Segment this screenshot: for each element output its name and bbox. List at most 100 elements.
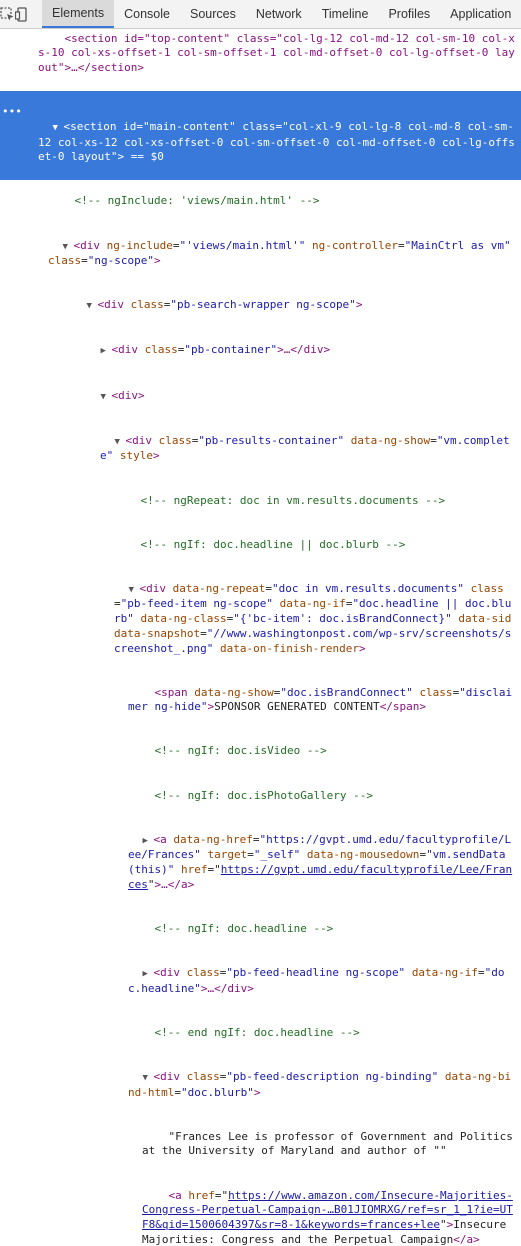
collapsed-arrow-icon[interactable]: ▶ — [143, 967, 154, 982]
attr-name: class — [419, 685, 453, 699]
tag-open: <div — [139, 581, 167, 595]
comment-text: <!-- ngRepeat: doc in vm.results.documen… — [140, 493, 446, 507]
dom-node-pb-container[interactable]: ▶ <div class="pb-container">…</div> — [0, 329, 521, 374]
attr-name: ng-include — [106, 238, 173, 252]
attr-name: data-snapshot — [114, 626, 201, 640]
attr-value: "'views/main.html'" — [179, 238, 306, 252]
attr-value: "pb-feed-description ng-binding" — [226, 1069, 439, 1083]
comment-node[interactable]: <!-- ngIf: doc.isPhotoGallery --> — [0, 774, 521, 818]
attr-name: data-ng-href — [173, 832, 253, 846]
comment-node[interactable]: <!-- ngInclude: 'views/main.html' --> — [0, 180, 521, 224]
attr-value: "doc in vm.results.documents" — [271, 581, 465, 595]
expand-arrow-icon[interactable]: ▼ — [53, 121, 64, 136]
dom-node-results-container[interactable]: ▼ <div class="pb-results-container" data-… — [0, 419, 521, 479]
dom-node-div[interactable]: ▼ <div> — [0, 374, 521, 419]
dom-node-top-content[interactable]: <section id="top-content" class="col-lg-… — [0, 17, 521, 91]
attr-name: class — [48, 254, 82, 268]
dom-node-feed-description[interactable]: ▼ <div class="pb-feed-description ng-bind… — [0, 1055, 521, 1115]
dom-tree: <section id="top-content" class="col-lg-… — [0, 17, 521, 1246]
comment-node[interactable]: <!-- end ngIf: doc.headline --> — [0, 1011, 521, 1055]
tag-open: <a — [153, 832, 167, 846]
expand-arrow-icon[interactable]: ▼ — [115, 435, 126, 450]
attr-name: data-sid — [458, 612, 512, 626]
comment-text: <!-- end ngIf: doc.headline --> — [154, 1025, 360, 1039]
attr-value: "doc.blurb" — [180, 1085, 254, 1099]
tag-close: </a> — [453, 1232, 480, 1246]
tag-open: <div> — [111, 388, 145, 402]
attr-value: "main-content" — [142, 119, 236, 133]
attr-value: "pb-container" — [184, 343, 278, 357]
collapsed-arrow-icon[interactable]: ▶ — [143, 834, 154, 849]
attr-name: class — [242, 119, 276, 133]
comment-node[interactable]: <!-- ngIf: doc.headline --> — [0, 907, 521, 951]
tag-open: <a — [168, 1188, 182, 1202]
comment-node[interactable]: <!-- ngRepeat: doc in vm.results.documen… — [0, 479, 521, 523]
comment-text: <!-- ngIf: doc.isPhotoGallery --> — [154, 788, 374, 802]
attr-value: "doc.isBrandConnect" — [280, 685, 413, 699]
attr-name: data-ng-show — [350, 433, 431, 447]
attr-name: data-ng-repeat — [172, 581, 266, 595]
ellipsis-icon[interactable]: ••• — [2, 105, 38, 120]
comment-node[interactable]: <!-- ngIf: doc.isVideo --> — [0, 730, 521, 774]
comment-text: <!-- ngIf: doc.headline || doc.blurb --> — [140, 537, 406, 551]
tag-open: <div — [153, 1069, 181, 1083]
expand-arrow-icon[interactable]: ▼ — [87, 299, 98, 314]
text-content: SPONSOR GENERATED CONTENT — [214, 700, 380, 714]
attr-name: data-ng-if — [279, 597, 346, 611]
attr-name: href — [188, 1188, 215, 1202]
attr-value: "pb-results-container" — [198, 433, 345, 447]
attr-value: "pb-search-wrapper ng-scope" — [170, 298, 356, 312]
comment-node[interactable]: <!-- ngIf: doc.headline || doc.blurb --> — [0, 523, 521, 567]
tag-close: </span> — [379, 700, 427, 714]
attr-value: "pb-feed-item ng-scope" — [120, 597, 273, 611]
tag-open: <section — [63, 119, 117, 133]
attr-name: class — [144, 343, 178, 357]
tag-open: <div — [153, 966, 181, 979]
tag-open: <div — [73, 238, 101, 252]
attr-name: data-ng-if — [411, 966, 479, 979]
attr-name: data-ng-class — [140, 612, 227, 626]
attr-value: "ng-scope" — [87, 254, 154, 268]
tag-close: > == $0 — [117, 150, 164, 164]
expand-arrow-icon[interactable]: ▼ — [63, 240, 74, 255]
comment-text: <!-- ngInclude: 'views/main.html' --> — [74, 194, 320, 208]
dom-node-disclaimer-span[interactable]: <span data-ng-show="doc.isBrandConnect" … — [0, 671, 521, 730]
attr-name: class — [186, 1069, 220, 1083]
attr-name: ng-controller — [311, 238, 399, 252]
dom-node-amazon-link[interactable]: <a href="https://www.amazon.com/Insecure… — [0, 1174, 521, 1246]
attr-name: data-on-finish-render — [219, 641, 360, 655]
attr-name: target — [207, 848, 248, 862]
expand-arrow-icon[interactable]: ▼ — [101, 390, 112, 405]
tag-open: <div — [97, 298, 125, 312]
attr-name: data-ng-mousedown — [306, 848, 420, 862]
expand-arrow-icon[interactable]: ▼ — [143, 1071, 154, 1086]
collapsed-arrow-icon[interactable]: ▶ — [101, 344, 112, 359]
attr-value: "MainCtrl as vm" — [404, 238, 511, 252]
attr-name: data-ng-show — [194, 685, 274, 699]
attr-name: id — [123, 119, 137, 133]
dom-node-search-wrapper[interactable]: ▼ <div class="pb-search-wrapper ng-scope"… — [0, 284, 521, 329]
dom-node-feed-headline[interactable]: ▶ <div class="pb-feed-headline ng-scope" … — [0, 951, 521, 1011]
attr-value: "pb-feed-headline ng-scope" — [226, 966, 406, 979]
comment-text: <!-- ngIf: doc.headline --> — [154, 921, 334, 935]
attr-value: "{'bc-item': doc.isBrandConnect}" — [233, 612, 452, 626]
dom-node-ng-include[interactable]: ▼ <div ng-include="'views/main.html'" ng-… — [0, 224, 521, 284]
tag-open: <span — [154, 685, 188, 699]
text-content: "Frances Lee is professor of Government … — [142, 1129, 520, 1158]
attr-name: href — [180, 863, 208, 877]
tag-open: <div — [111, 343, 139, 357]
attr-name: class — [158, 433, 192, 447]
attr-name: style — [119, 449, 153, 463]
dom-node-feed-item[interactable]: ▼ <div data-ng-repeat="doc in vm.results.… — [0, 567, 521, 671]
expand-arrow-icon[interactable]: ▼ — [129, 583, 140, 598]
dom-node-profile-link[interactable]: ▶ <a data-ng-href="https://gvpt.umd.edu/f… — [0, 818, 521, 907]
dom-node-main-content-selected[interactable]: ••• ▼ <section id="main-content" class="c… — [0, 90, 521, 180]
text-node[interactable]: "Frances Lee is professor of Government … — [0, 1115, 521, 1174]
tag-open: <div — [125, 433, 153, 447]
attr-name: class — [470, 581, 504, 595]
attr-name: class — [130, 298, 164, 312]
attr-value: "_self" — [253, 848, 301, 862]
comment-text: <!-- ngIf: doc.isVideo --> — [154, 744, 327, 758]
tag-close: >…</div> — [277, 343, 331, 357]
tag-close: >…</div> — [200, 981, 254, 995]
